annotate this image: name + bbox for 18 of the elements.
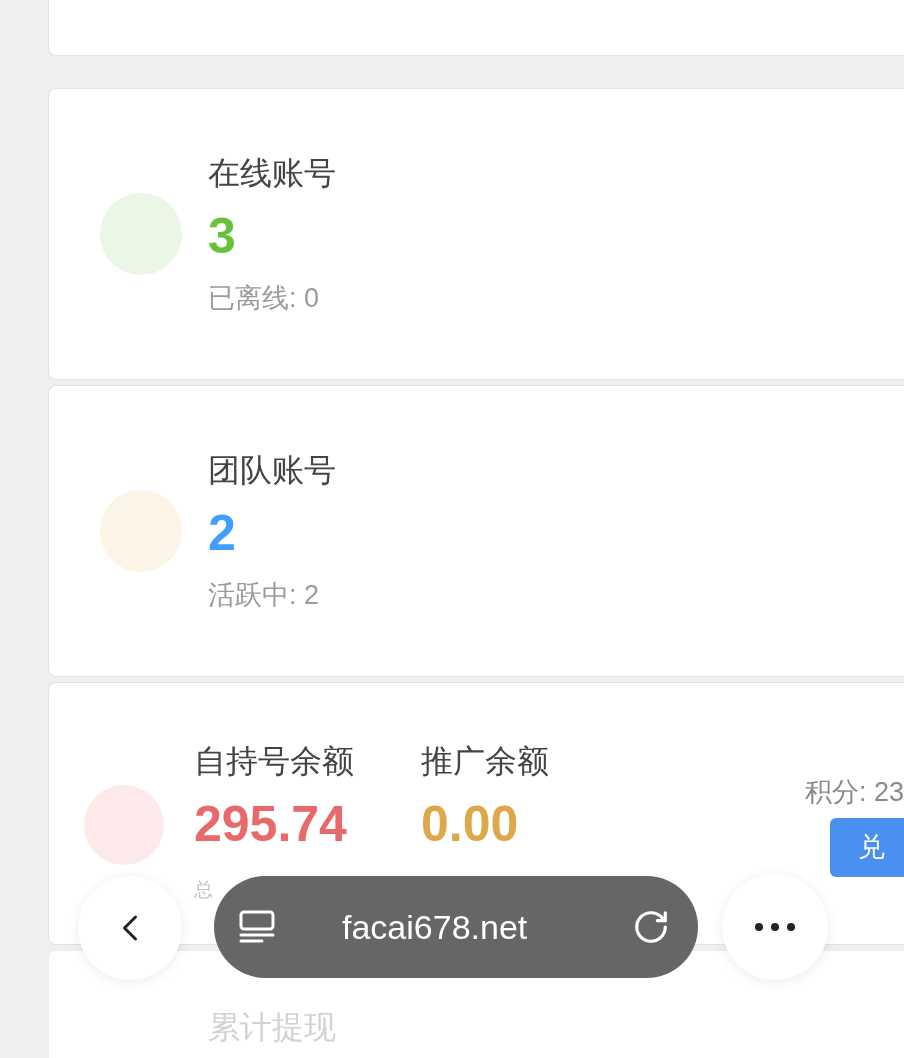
page-lines-icon[interactable] bbox=[238, 910, 276, 944]
reload-icon[interactable] bbox=[632, 908, 670, 946]
stat-value: 3 bbox=[208, 210, 236, 262]
ellipsis-icon bbox=[755, 923, 795, 931]
stat-detail: 已离线: 0 bbox=[208, 283, 320, 313]
stat-title: 团队账号 bbox=[208, 452, 336, 488]
balance-label: 自持号余额 bbox=[194, 743, 354, 779]
stat-detail: 活跃中: 2 bbox=[208, 580, 320, 610]
address-bar[interactable]: facai678.net bbox=[214, 876, 698, 978]
stat-value: 2 bbox=[208, 507, 236, 559]
balance-value: 295.74 bbox=[194, 797, 347, 851]
balance-label: 推广余额 bbox=[421, 743, 549, 779]
exchange-button[interactable]: 兑 bbox=[830, 818, 904, 877]
footer-text: 总 bbox=[194, 879, 213, 901]
url-text[interactable]: facai678.net bbox=[342, 907, 528, 947]
points-text: 积分: 23 bbox=[804, 777, 904, 807]
stat-title: 在线账号 bbox=[208, 155, 336, 191]
balance-value: 0.00 bbox=[421, 797, 519, 851]
